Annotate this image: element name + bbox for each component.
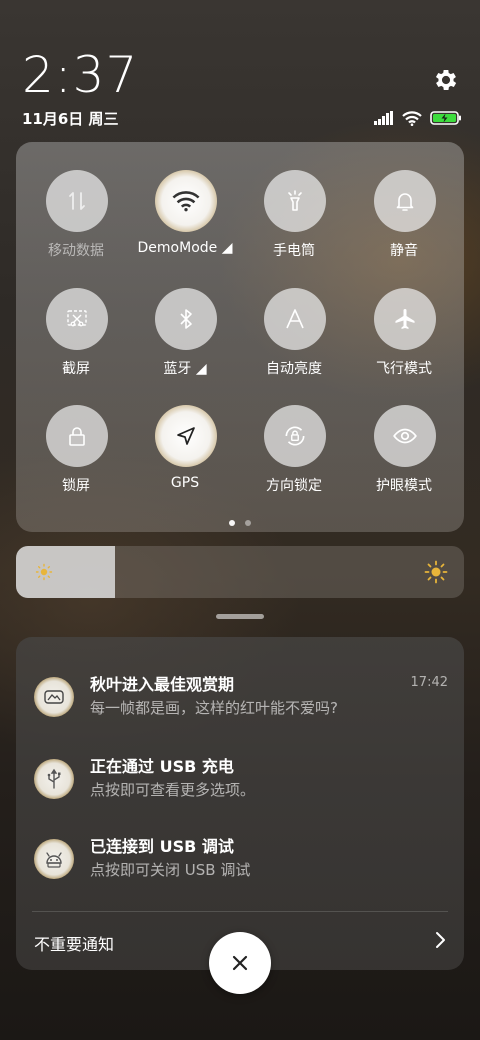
tile-mobile-data[interactable]: 移动数据 (21, 170, 131, 280)
usb-icon (34, 759, 74, 799)
brightness-slider[interactable] (16, 546, 464, 598)
tile-label: 静音 (390, 243, 418, 259)
divider (32, 911, 448, 912)
notification-item[interactable]: 已连接到 USB 调试 点按即可关闭 USB 调试 (16, 833, 464, 913)
notifications-panel: 秋叶进入最佳观赏期 每一帧都是画，这样的红叶能不爱吗? 17:42 正在通过 U… (16, 637, 464, 970)
wifi-icon (402, 110, 422, 126)
quick-settings-panel: 移动数据 DemoMode ◢ 手电筒 静音 截屏 蓝牙 ◢ 自动亮度 飞行模式… (16, 142, 464, 532)
page-dot[interactable] (245, 520, 251, 526)
tile-label: DemoMode ◢ (137, 240, 233, 256)
tile-flashlight[interactable]: 手电筒 (239, 170, 349, 280)
bell-icon (374, 170, 436, 232)
mobile-data-icon (46, 170, 108, 232)
page-indicator (0, 520, 480, 526)
tile-rotation-lock[interactable]: 方向锁定 (239, 405, 349, 515)
status-icons (374, 108, 462, 128)
brightness-fill (16, 546, 115, 598)
page-dot-active[interactable] (229, 520, 235, 526)
notification-item[interactable]: 正在通过 USB 充电 点按即可查看更多选项。 (16, 753, 464, 833)
tile-label: 蓝牙 ◢ (163, 361, 207, 377)
date: 11月6日 周三 (22, 110, 119, 128)
tile-airplane-mode[interactable]: 飞行模式 (349, 288, 459, 398)
notification-text: 点按即可查看更多选项。 (90, 781, 256, 799)
tile-label: 手电筒 (273, 243, 315, 259)
app-icon (34, 677, 74, 717)
tile-lock-screen[interactable]: 锁屏 (21, 405, 131, 515)
tile-label: 锁屏 (62, 478, 90, 494)
unimportant-notifications-link[interactable]: 不重要通知 (34, 931, 114, 955)
rotation-lock-icon (264, 405, 326, 467)
notification-title: 秋叶进入最佳观赏期 (90, 675, 235, 694)
notification-time: 17:42 (410, 675, 448, 690)
notification-text: 点按即可关闭 USB 调试 (90, 861, 251, 879)
tile-auto-brightness[interactable]: 自动亮度 (239, 288, 349, 398)
notification-title: 正在通过 USB 充电 (90, 757, 234, 776)
location-arrow-icon (155, 405, 217, 467)
notification-text: 每一帧都是画，这样的红叶能不爱吗? (90, 699, 338, 717)
tile-gps[interactable]: GPS (130, 405, 240, 515)
clock: 2:37 (22, 46, 139, 104)
close-icon (232, 955, 248, 971)
chevron-right-icon[interactable] (432, 929, 448, 951)
drag-handle[interactable] (216, 614, 264, 619)
tile-label: 截屏 (62, 361, 90, 377)
tile-label: 自动亮度 (266, 361, 322, 377)
settings-gear-icon[interactable] (432, 66, 460, 94)
auto-brightness-icon (264, 288, 326, 350)
screenshot-icon (46, 288, 108, 350)
clear-all-button[interactable] (209, 932, 271, 994)
tile-label: 护眼模式 (376, 478, 432, 494)
notification-item[interactable]: 秋叶进入最佳观赏期 每一帧都是画，这样的红叶能不爱吗? 17:42 (16, 671, 464, 751)
wifi-icon (155, 170, 217, 232)
brightness-low-icon (35, 563, 53, 581)
eye-icon (374, 405, 436, 467)
signal-icon (374, 111, 393, 125)
tile-label: GPS (170, 475, 200, 491)
tile-eye-comfort[interactable]: 护眼模式 (349, 405, 459, 515)
airplane-icon (374, 288, 436, 350)
brightness-high-icon (424, 560, 448, 584)
tile-label: 移动数据 (48, 243, 104, 259)
tile-bluetooth[interactable]: 蓝牙 ◢ (130, 288, 240, 398)
lock-icon (46, 405, 108, 467)
battery-charging-icon (430, 111, 461, 125)
bluetooth-icon (155, 288, 217, 350)
tile-wifi[interactable]: DemoMode ◢ (130, 170, 240, 280)
tile-screenshot[interactable]: 截屏 (21, 288, 131, 398)
android-debug-icon (34, 839, 74, 879)
tile-silent[interactable]: 静音 (349, 170, 459, 280)
tile-label: 方向锁定 (266, 478, 322, 494)
notification-title: 已连接到 USB 调试 (90, 837, 234, 856)
flashlight-icon (264, 170, 326, 232)
tile-label: 飞行模式 (376, 361, 432, 377)
